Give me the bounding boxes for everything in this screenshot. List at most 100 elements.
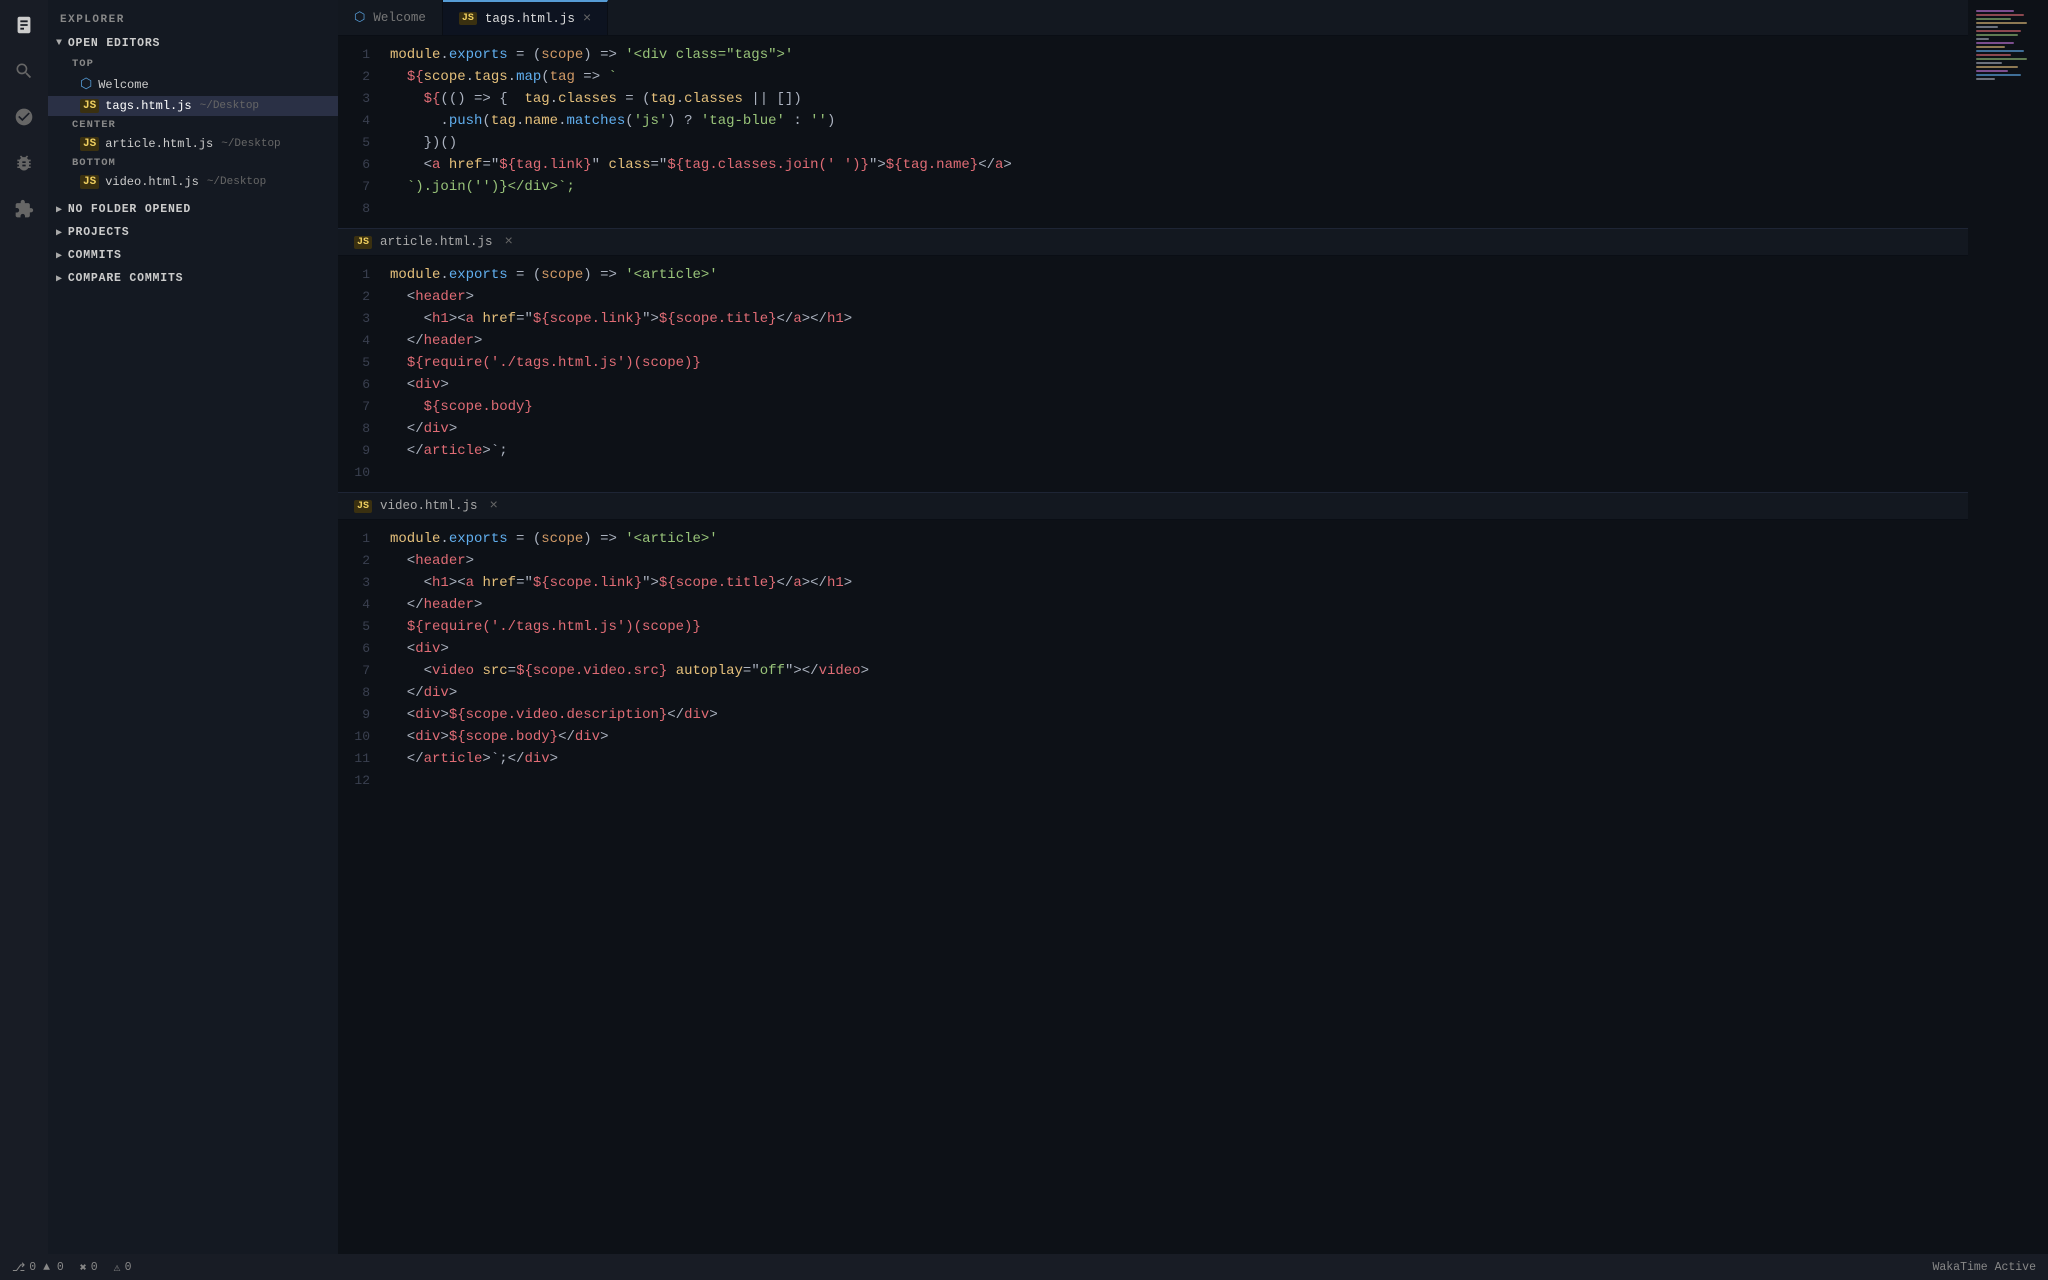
minimap-panel — [1968, 0, 2048, 1280]
projects-label: PROJECTS — [68, 226, 130, 239]
code-line: 9 <div>${scope.video.description}</div> — [338, 704, 1968, 726]
open-editors-label: OPEN EDITORS — [68, 37, 160, 50]
code-line: 12 — [338, 770, 1968, 792]
file-path-video: ~/Desktop — [207, 176, 266, 188]
warning-status[interactable]: ⚠ 0 — [114, 1260, 132, 1275]
mm-line — [1976, 54, 2011, 56]
mm-line — [1976, 62, 2002, 64]
git-icon[interactable] — [7, 100, 41, 134]
code-line: 9 </article>`; — [338, 440, 1968, 462]
open-editors-section[interactable]: ▼ OPEN EDITORS — [48, 32, 338, 55]
projects-arrow: ▶ — [56, 227, 63, 239]
file-item-tags[interactable]: JS tags.html.js ~/Desktop — [48, 96, 338, 116]
mm-line — [1976, 10, 2014, 12]
video-tab-label: video.html.js — [380, 499, 478, 513]
debug-icon[interactable] — [7, 146, 41, 180]
code-lines-article: 1 module.exports = (scope) => '<article>… — [338, 256, 1968, 492]
js-icon-tags: JS — [80, 99, 99, 113]
error-count: 0 — [91, 1261, 98, 1274]
editor-pane-article: JS article.html.js × 1 module.exports = … — [338, 228, 1968, 492]
code-line: 10 <div>${scope.body}</div> — [338, 726, 1968, 748]
video-tab-close[interactable]: × — [490, 498, 498, 514]
js-icon-video: JS — [80, 175, 99, 189]
extensions-icon[interactable] — [7, 192, 41, 226]
explorer-icon[interactable] — [7, 8, 41, 42]
compare-commits-arrow: ▶ — [56, 273, 63, 285]
git-branch: 0 ▲ 0 — [29, 1261, 64, 1274]
no-folder-section[interactable]: ▶ NO FOLDER OPENED — [48, 198, 338, 221]
search-icon[interactable] — [7, 54, 41, 88]
code-line: 7 ${scope.body} — [338, 396, 1968, 418]
code-line: 8 </div> — [338, 682, 1968, 704]
tab-welcome-label: Welcome — [373, 11, 426, 25]
tab-welcome[interactable]: ⬡ Welcome — [338, 0, 443, 35]
no-folder-arrow: ▶ — [56, 204, 63, 216]
code-line: 8 </div> — [338, 418, 1968, 440]
mm-line — [1976, 14, 2024, 16]
code-line: 5 ${require('./tags.html.js')(scope)} — [338, 616, 1968, 638]
code-line: 3 <h1><a href="${scope.link}">${scope.ti… — [338, 572, 1968, 594]
warning-icon: ⚠ — [114, 1260, 121, 1275]
mm-line — [1976, 22, 2027, 24]
error-status[interactable]: ✖ 0 — [80, 1260, 98, 1275]
code-line: 4 </header> — [338, 330, 1968, 352]
code-lines-video: 1 module.exports = (scope) => '<article>… — [338, 520, 1968, 800]
tab-tags-icon: JS — [459, 12, 477, 25]
code-editor-container[interactable]: 1 module.exports = (scope) => '<div clas… — [338, 36, 1968, 1280]
commits-arrow: ▶ — [56, 250, 63, 262]
video-tab-icon: JS — [354, 500, 372, 513]
mm-line — [1976, 66, 2018, 68]
mm-line — [1976, 78, 1995, 80]
mm-line — [1976, 70, 2008, 72]
article-tab-close[interactable]: × — [505, 234, 513, 250]
git-status[interactable]: ⎇ 0 ▲ 0 — [12, 1260, 64, 1275]
mm-line — [1976, 50, 2024, 52]
code-line: 6 <a href="${tag.link}" class="${tag.cla… — [338, 154, 1968, 176]
code-line: 2 ${scope.tags.map(tag => ` — [338, 66, 1968, 88]
activity-bar — [0, 0, 48, 1280]
code-line: 3 ${(() => { tag.classes = (tag.classes … — [338, 88, 1968, 110]
sidebar: EXPLORER ▼ OPEN EDITORS TOP ⬡ Welcome JS… — [48, 0, 338, 1280]
compare-commits-label: COMPARE COMMITS — [68, 272, 184, 285]
commits-section[interactable]: ▶ COMMITS — [48, 244, 338, 267]
mm-line — [1976, 58, 2027, 60]
code-line: 5 })() — [338, 132, 1968, 154]
error-icon: ✖ — [80, 1260, 87, 1275]
file-item-welcome[interactable]: ⬡ Welcome — [48, 73, 338, 96]
projects-section[interactable]: ▶ PROJECTS — [48, 221, 338, 244]
tab-tags-close[interactable]: × — [583, 12, 591, 26]
commits-label: COMMITS — [68, 249, 122, 262]
welcome-icon: ⬡ — [80, 76, 92, 93]
code-line: 10 — [338, 462, 1968, 484]
article-tab-label: article.html.js — [380, 235, 493, 249]
compare-commits-section[interactable]: ▶ COMPARE COMMITS — [48, 267, 338, 290]
mm-line — [1976, 42, 2014, 44]
code-line: 1 module.exports = (scope) => '<article>… — [338, 528, 1968, 550]
video-tab-header[interactable]: JS video.html.js × — [338, 492, 1968, 520]
code-line: 4 </header> — [338, 594, 1968, 616]
code-line: 8 — [338, 198, 1968, 220]
wakatime-status[interactable]: WakaTime Active — [1932, 1261, 2036, 1274]
editor-pane-video: JS video.html.js × 1 module.exports = (s… — [338, 492, 1968, 800]
explorer-header: EXPLORER — [48, 0, 338, 32]
top-subsection: TOP — [48, 55, 338, 73]
code-line: 1 module.exports = (scope) => '<article>… — [338, 264, 1968, 286]
tab-welcome-icon: ⬡ — [354, 10, 365, 25]
js-icon-article: JS — [80, 137, 99, 151]
code-line: 4 .push(tag.name.matches('js') ? 'tag-bl… — [338, 110, 1968, 132]
editor-area: ⬡ Welcome JS tags.html.js × 1 module.exp… — [338, 0, 1968, 1280]
code-lines-tags: 1 module.exports = (scope) => '<div clas… — [338, 36, 1968, 228]
code-line: 11 </article>`;</div> — [338, 748, 1968, 770]
file-item-video[interactable]: JS video.html.js ~/Desktop — [48, 172, 338, 192]
wakatime-label: WakaTime Active — [1932, 1261, 2036, 1274]
file-path-article: ~/Desktop — [221, 138, 280, 150]
code-line: 2 <header> — [338, 286, 1968, 308]
file-name-welcome: Welcome — [98, 78, 148, 92]
file-item-article[interactable]: JS article.html.js ~/Desktop — [48, 134, 338, 154]
article-tab-header[interactable]: JS article.html.js × — [338, 228, 1968, 256]
tab-tags[interactable]: JS tags.html.js × — [443, 0, 608, 35]
center-subsection: CENTER — [48, 116, 338, 134]
mm-line — [1976, 18, 2011, 20]
file-name-article: article.html.js — [105, 137, 213, 151]
mm-line — [1976, 46, 2005, 48]
